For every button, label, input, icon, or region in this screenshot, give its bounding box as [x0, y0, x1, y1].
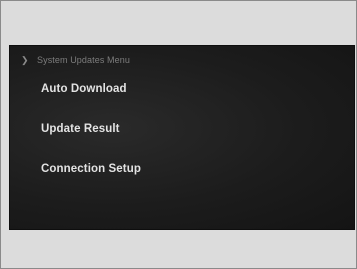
update-result-label: Update Result	[41, 123, 120, 135]
connection-setup-label: Connection Setup	[41, 163, 141, 175]
menu-header-title: System Updates Menu	[37, 55, 130, 65]
connection-setup-item[interactable]: Connection Setup	[41, 159, 141, 179]
auto-download-item[interactable]: Auto Download	[41, 79, 127, 99]
system-updates-screen: ❯ System Updates Menu Auto Download Upda…	[9, 45, 355, 230]
menu-header: ❯ System Updates Menu	[21, 53, 130, 67]
auto-download-label: Auto Download	[41, 83, 127, 95]
update-result-item[interactable]: Update Result	[41, 119, 120, 139]
chevron-right-icon: ❯	[21, 54, 29, 65]
figure-frame: ❯ System Updates Menu Auto Download Upda…	[0, 0, 357, 269]
